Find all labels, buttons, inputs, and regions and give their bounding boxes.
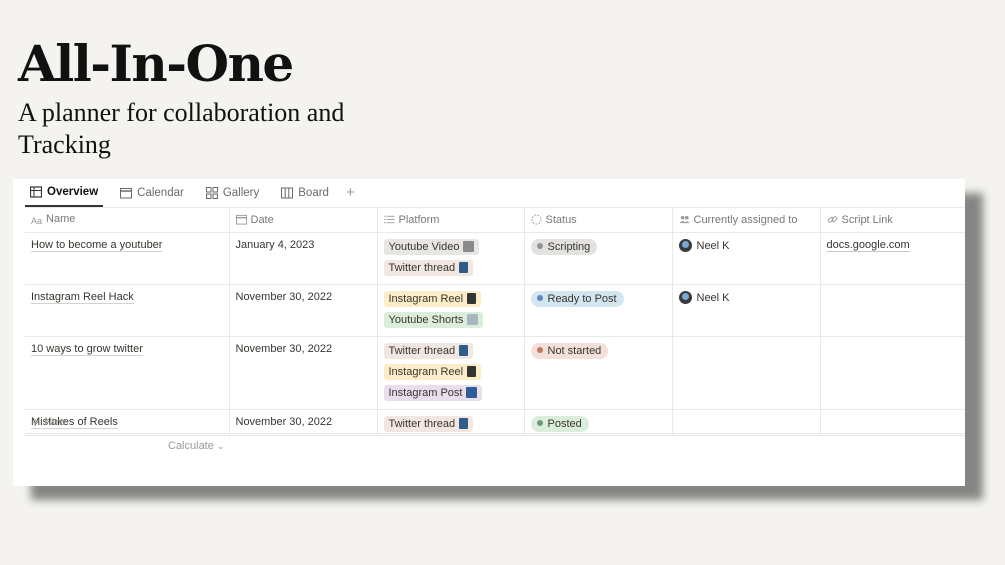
cell-date[interactable]: November 30, 2022 xyxy=(228,284,377,337)
cell-assigned[interactable]: Neel K xyxy=(671,232,820,285)
add-view-button[interactable]: + xyxy=(346,179,355,207)
platform-tag: Youtube Shorts xyxy=(383,312,484,328)
table-row[interactable]: How to become a youtuber January 4, 2023… xyxy=(25,232,965,285)
table-header: Aa Name Date Platform Status Currently as… xyxy=(25,207,965,233)
tab-label: Overview xyxy=(47,186,99,198)
plus-icon: + xyxy=(31,413,40,430)
status-dot xyxy=(536,347,543,353)
tab-board[interactable]: Board xyxy=(276,179,334,207)
platform-tag: Youtube Video xyxy=(383,239,480,255)
cell-assigned[interactable] xyxy=(671,336,820,410)
phone-icon xyxy=(467,293,477,304)
tab-label: Calendar xyxy=(137,187,184,199)
column-header-platform[interactable]: Platform xyxy=(376,207,524,233)
status-dot xyxy=(536,243,543,249)
cell-status[interactable]: Scripting xyxy=(523,232,672,285)
tab-overview[interactable]: Overview xyxy=(25,179,104,207)
tab-label: Gallery xyxy=(222,187,260,199)
platform-tag: Instagram Reel xyxy=(383,364,482,380)
chevron-down-icon: ⌄ xyxy=(216,441,225,451)
cell-platform[interactable]: Twitter thread Instagram Reel Instagram … xyxy=(376,336,524,410)
status-dot xyxy=(536,295,543,301)
cell-date[interactable]: January 4, 2023 xyxy=(228,232,377,285)
table-row[interactable]: 10 ways to grow twitter November 30, 202… xyxy=(25,336,965,410)
database-view: Overview Calendar Gallery Board + Aa Name… xyxy=(13,179,965,486)
cell-script-link[interactable]: docs.google.com xyxy=(819,232,965,285)
page-subtitle: A planner for collaboration and Tracking xyxy=(18,98,345,159)
platform-tag: Twitter thread xyxy=(383,260,474,276)
phone-icon xyxy=(459,262,469,273)
page-title: All-In-One xyxy=(18,34,294,93)
status-badge: Scripting xyxy=(530,239,598,255)
cell-platform[interactable]: Youtube Video Twitter thread xyxy=(376,232,524,285)
cell-name[interactable]: How to become a youtuber xyxy=(25,232,229,285)
video-camera-icon xyxy=(463,241,475,252)
platform-tag: Instagram Reel xyxy=(383,291,482,307)
column-header-assigned[interactable]: Currently assigned to xyxy=(671,207,820,233)
cell-date[interactable]: November 30, 2022 xyxy=(228,336,377,410)
scissors-icon xyxy=(467,314,479,325)
new-row-button[interactable]: + New xyxy=(25,410,965,434)
column-header-date[interactable]: Date xyxy=(228,207,377,233)
view-tabs: Overview Calendar Gallery Board + xyxy=(25,179,355,207)
cell-platform[interactable]: Instagram Reel Youtube Shorts xyxy=(376,284,524,337)
cell-status[interactable]: Not started xyxy=(523,336,672,410)
column-header-script-link[interactable]: Script Link xyxy=(819,207,965,233)
cell-script-link[interactable] xyxy=(819,336,965,410)
list-icon xyxy=(383,215,395,224)
platform-tag: Instagram Post xyxy=(383,385,483,401)
board-icon xyxy=(281,187,294,199)
calendar-icon xyxy=(235,214,247,225)
phone-icon xyxy=(467,366,477,377)
cell-script-link[interactable] xyxy=(819,284,965,337)
status-badge: Ready to Post xyxy=(530,291,624,307)
cell-assigned[interactable]: Neel K xyxy=(671,284,820,337)
table-row[interactable]: Instagram Reel Hack November 30, 2022 In… xyxy=(25,284,965,337)
tab-label: Board xyxy=(298,187,329,199)
status-icon xyxy=(530,214,542,225)
calculate-button[interactable]: Calculate ⌄ xyxy=(168,440,224,452)
cell-name[interactable]: Instagram Reel Hack xyxy=(25,284,229,337)
platform-tag: Twitter thread xyxy=(383,343,474,359)
tab-calendar[interactable]: Calendar xyxy=(115,179,189,207)
text-icon: Aa xyxy=(31,216,43,226)
table-icon xyxy=(30,186,42,198)
avatar xyxy=(678,239,692,252)
people-icon xyxy=(678,215,690,224)
calendar-icon xyxy=(120,188,133,199)
column-header-name[interactable]: Aa Name xyxy=(25,207,229,233)
link-icon xyxy=(827,216,837,223)
cell-name[interactable]: 10 ways to grow twitter xyxy=(25,336,229,410)
gallery-icon xyxy=(205,187,218,199)
cell-status[interactable]: Ready to Post xyxy=(523,284,672,337)
script-link[interactable]: docs.google.com xyxy=(826,239,910,252)
image-icon xyxy=(466,387,478,398)
avatar xyxy=(678,291,692,304)
phone-icon xyxy=(459,345,469,356)
column-header-status[interactable]: Status xyxy=(523,207,672,233)
database-table: Aa Name Date Platform Status Currently as… xyxy=(25,207,965,436)
status-badge: Not started xyxy=(530,343,609,359)
tab-gallery[interactable]: Gallery xyxy=(201,179,264,207)
